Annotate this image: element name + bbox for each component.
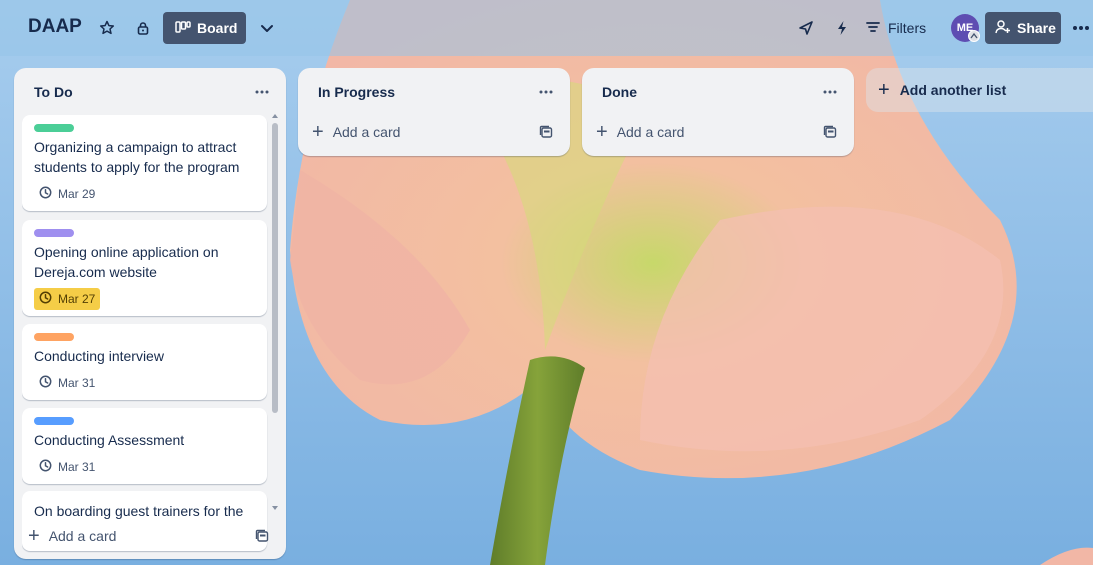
board-view-button[interactable]: Board (163, 12, 246, 44)
card[interactable]: Opening online application on Dereja.com… (22, 220, 267, 316)
due-date-badge[interactable]: Mar 29 (34, 183, 100, 205)
card-label (34, 124, 74, 132)
clock-icon (39, 375, 52, 391)
list-in-progress: In Progress + Add a card (298, 68, 570, 156)
admin-badge-icon (968, 30, 980, 42)
clock-icon (39, 186, 52, 202)
template-icon[interactable] (820, 122, 840, 142)
due-date-badge[interactable]: Mar 31 (34, 372, 100, 394)
clock-icon (39, 291, 52, 307)
due-date-badge[interactable]: Mar 31 (34, 456, 100, 478)
share-button[interactable]: Share (985, 12, 1061, 44)
list-todo: To Do Organizing a campaign to attract s… (14, 68, 286, 559)
add-card-button[interactable]: + Add a card (312, 118, 400, 146)
card-label (34, 229, 74, 237)
add-list-button[interactable]: + Add another list (866, 68, 1093, 112)
card[interactable]: Conducting interview Mar 31 (22, 324, 267, 400)
card-title: Opening online application on Dereja.com… (34, 244, 219, 280)
add-card-button[interactable]: + Add a card (596, 118, 684, 146)
scrollbar[interactable] (271, 113, 278, 511)
filter-icon (866, 20, 880, 36)
send-icon[interactable] (792, 14, 820, 42)
add-list-label: Add another list (899, 82, 1007, 98)
scroll-down-icon[interactable] (271, 505, 279, 511)
card[interactable]: Conducting Assessment Mar 31 (22, 408, 267, 484)
board-header: DAAP Board Filters ME Share (0, 0, 1093, 56)
add-card-label: Add a card (332, 124, 401, 140)
due-date: Mar 29 (58, 187, 96, 201)
star-icon[interactable] (93, 14, 121, 42)
card-title: Organizing a campaign to attract student… (34, 139, 240, 175)
add-person-icon (995, 19, 1011, 37)
card-title: Conducting Assessment (34, 432, 185, 448)
plus-icon: + (596, 121, 608, 143)
card-label (34, 417, 74, 425)
board-icon (175, 20, 191, 36)
more-icon[interactable] (1067, 14, 1093, 42)
list-title[interactable]: In Progress (318, 84, 395, 100)
plus-icon: + (28, 525, 40, 547)
clock-icon (39, 459, 52, 475)
plus-icon: + (878, 78, 890, 101)
list-title[interactable]: To Do (34, 84, 73, 100)
card-title: Conducting interview (34, 348, 164, 364)
template-icon[interactable] (252, 526, 272, 546)
list-done: Done + Add a card (582, 68, 854, 156)
add-card-button[interactable]: + Add a card (28, 522, 116, 550)
card[interactable]: Organizing a campaign to attract student… (22, 115, 267, 211)
board-view-label: Board (197, 20, 238, 36)
chevron-down-icon[interactable] (253, 14, 281, 42)
due-date: Mar 31 (58, 460, 96, 474)
template-icon[interactable] (536, 122, 556, 142)
lock-icon[interactable] (129, 14, 157, 42)
card-label (34, 333, 74, 341)
card-list: Organizing a campaign to attract student… (22, 115, 284, 565)
board-title[interactable]: DAAP (28, 16, 82, 38)
due-date-badge[interactable]: Mar 27 (34, 288, 101, 310)
add-card-label: Add a card (48, 528, 117, 544)
share-label: Share (1017, 20, 1056, 36)
filters-button[interactable]: Filters (866, 12, 926, 44)
lightning-icon[interactable] (828, 14, 856, 42)
scroll-thumb[interactable] (272, 123, 278, 413)
card-title: On boarding guest trainers for the (34, 503, 244, 519)
due-date: Mar 31 (58, 376, 96, 390)
filters-label: Filters (888, 20, 927, 36)
add-card-label: Add a card (616, 124, 685, 140)
plus-icon: + (312, 121, 324, 143)
scroll-up-icon[interactable] (271, 113, 279, 119)
list-title[interactable]: Done (602, 84, 637, 100)
list-menu-icon[interactable] (248, 78, 276, 106)
list-menu-icon[interactable] (532, 78, 560, 106)
list-menu-icon[interactable] (816, 78, 844, 106)
due-date: Mar 27 (58, 292, 96, 306)
